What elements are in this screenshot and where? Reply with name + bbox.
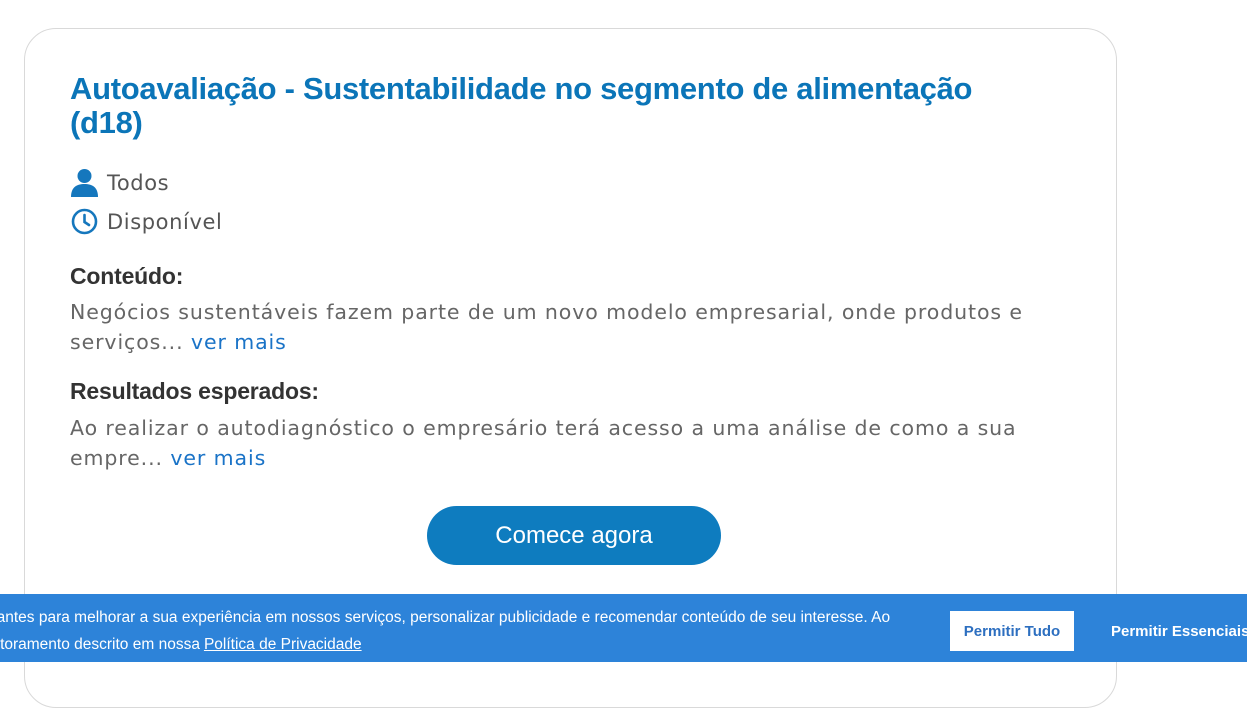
- cookie-message-line2-text: nitoramento descrito em nossa: [0, 636, 200, 653]
- clock-icon: [70, 207, 99, 236]
- privacy-policy-link[interactable]: Política de Privacidade: [204, 636, 362, 653]
- cookie-message-line1: nantes para melhorar a sua experiência e…: [0, 609, 891, 626]
- allow-essential-button[interactable]: Permitir Essenciais: [1111, 611, 1247, 651]
- content-more-link[interactable]: ver mais: [191, 330, 287, 354]
- content-heading: Conteúdo:: [70, 263, 184, 289]
- allow-all-button[interactable]: Permitir Tudo: [950, 611, 1074, 651]
- audience-label: Todos: [107, 170, 170, 195]
- start-now-button[interactable]: Comece agora: [427, 506, 721, 565]
- results-more-link[interactable]: ver mais: [170, 446, 266, 470]
- cookie-message: nantes para melhorar a sua experiência e…: [0, 604, 938, 658]
- status-label: Disponível: [107, 209, 223, 234]
- cookie-message-line2: nitoramento descrito em nossa Política de…: [0, 631, 938, 658]
- results-heading: Resultados esperados:: [70, 378, 319, 404]
- status-row: Disponível: [70, 207, 222, 236]
- user-icon: [70, 168, 99, 197]
- content-text: Negócios sustentáveis fazem parte de um …: [70, 297, 1060, 357]
- cookie-banner: nantes para melhorar a sua experiência e…: [0, 594, 1247, 662]
- results-text: Ao realizar o autodiagnóstico o empresár…: [70, 413, 1060, 473]
- course-title: Autoavaliação - Sustentabilidade no segm…: [70, 71, 973, 140]
- audience-row: Todos: [70, 168, 169, 197]
